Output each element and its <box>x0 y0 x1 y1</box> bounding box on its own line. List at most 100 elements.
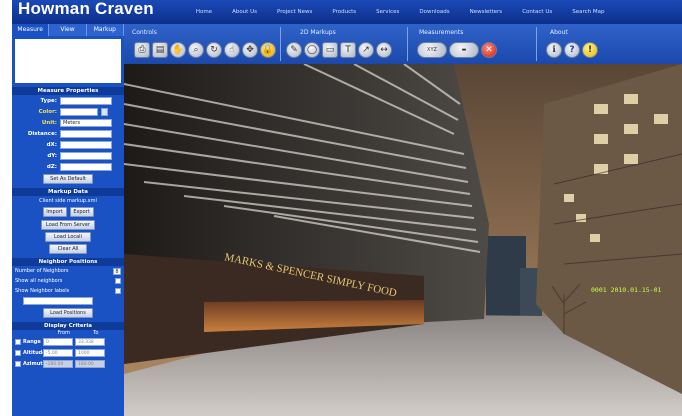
export-button[interactable]: Export <box>69 207 94 217</box>
dy-field[interactable] <box>60 151 112 160</box>
measure-properties-title: Measure Properties <box>12 87 124 95</box>
show-all-neighbors-label: Show all neighbors <box>15 278 63 284</box>
ellipse-icon[interactable]: ◯ <box>304 42 320 58</box>
clear-all-button[interactable]: Clear All <box>49 244 87 254</box>
nav-about[interactable]: About Us <box>222 9 267 15</box>
tab-markup[interactable]: Markup <box>87 24 124 36</box>
nav-home[interactable]: Home <box>186 9 222 15</box>
type-field[interactable] <box>60 96 112 105</box>
color-picker-button[interactable] <box>101 107 108 116</box>
rectangle-icon[interactable]: ▭ <box>322 42 338 58</box>
altitude-checkbox[interactable] <box>15 349 21 356</box>
markup-file-name: Client side markup.xml <box>39 198 97 204</box>
unit-label: Unit: <box>41 119 57 126</box>
brand-logo: Howman Craven <box>18 0 154 18</box>
rotate-icon[interactable]: ↻ <box>206 42 222 58</box>
neighbor-count-field[interactable]: 8 <box>113 267 121 275</box>
zoom-icon[interactable]: ⌕ <box>188 42 204 58</box>
azimuth-checkbox[interactable] <box>15 360 21 367</box>
top-nav: Home About Us Project News Products Serv… <box>186 9 615 15</box>
nav-downloads[interactable]: Downloads <box>409 9 459 15</box>
panorama-id-overlay: 0001 2010.01.15-01 <box>591 286 662 294</box>
azimuth-label: Azimuth <box>23 360 47 367</box>
toolbar-divider <box>407 27 408 61</box>
controls-title: Controls <box>132 29 157 36</box>
pen-icon[interactable]: ✎ <box>286 42 302 58</box>
neighbor-positions-title: Neighbor Positions <box>12 258 124 266</box>
left-sidebar: Measure View Markup Measure Properties T… <box>12 24 124 416</box>
nav-contact[interactable]: Contact Us <box>512 9 562 15</box>
measurements-section: Measurements XYZ ▬ ✕ <box>409 24 537 64</box>
nav-search-map[interactable]: Search Map <box>562 9 614 15</box>
dimension-icon[interactable]: ↔ <box>376 42 392 58</box>
range-checkbox[interactable] <box>15 338 21 345</box>
show-neighbor-labels-checkbox[interactable] <box>115 288 121 294</box>
neighbor-select[interactable] <box>23 297 93 305</box>
measure-list[interactable] <box>15 39 121 83</box>
dz-label: dZ: <box>46 163 57 170</box>
panorama-image: MARKS & SPENCER SIMPLY FOOD <box>124 64 682 416</box>
altitude-label: Altitude <box>23 349 46 356</box>
pan-icon[interactable]: ✥ <box>242 42 258 58</box>
markups-title: 2D Markups <box>300 29 336 36</box>
print-icon[interactable]: ⎙ <box>134 42 150 58</box>
range-to-field[interactable]: 33.338 <box>75 337 105 346</box>
range-label: Range <box>23 338 41 345</box>
altitude-from-field[interactable]: -5.00 <box>43 348 73 357</box>
altitude-to-field[interactable]: 1000 <box>75 348 105 357</box>
about-section: About ℹ ? ! <box>538 24 682 64</box>
unit-select[interactable]: Meters <box>60 118 112 127</box>
color-field[interactable] <box>60 107 98 116</box>
hand-icon[interactable]: ✋ <box>170 42 186 58</box>
color-label: Color: <box>38 108 57 115</box>
neighbor-count-label: Number of Neighbors <box>15 268 69 274</box>
markups-section: 2D Markups ✎ ◯ ▭ T ↗ ↔ <box>282 24 408 64</box>
dx-label: dX: <box>46 141 57 148</box>
xyz-icon[interactable]: XYZ <box>417 42 447 58</box>
load-local-button[interactable]: Load Locali <box>45 232 91 242</box>
help-icon[interactable]: ? <box>564 42 580 58</box>
text-icon[interactable]: T <box>340 42 356 58</box>
display-criteria-title: Display Criteria <box>12 322 124 330</box>
to-header: To <box>93 330 99 336</box>
tab-view[interactable]: View <box>49 24 87 36</box>
dx-field[interactable] <box>60 140 112 149</box>
about-title: About <box>550 29 568 36</box>
azimuth-to-field[interactable]: 180.00 <box>75 359 105 368</box>
dy-label: dY: <box>47 152 57 159</box>
toolbar-divider <box>280 27 281 61</box>
toolbar-divider <box>536 27 537 61</box>
sidebar-tabs: Measure View Markup <box>12 24 124 36</box>
panorama-viewer[interactable]: MARKS & SPENCER SIMPLY FOOD 0001 2010.01… <box>124 64 682 416</box>
load-from-server-button[interactable]: Load From Server <box>41 220 95 230</box>
set-default-button[interactable]: Set As Default <box>43 174 93 184</box>
azimuth-from-field[interactable]: -180.00 <box>43 359 73 368</box>
ruler-icon[interactable]: ▬ <box>449 42 479 58</box>
nav-project-news[interactable]: Project News <box>267 9 322 15</box>
controls-section: Controls ⎙ ▤ ✋ ⌕ ↻ ☝ ✥ 🔒 <box>124 24 282 64</box>
show-all-neighbors-checkbox[interactable] <box>115 278 121 284</box>
distance-field[interactable] <box>60 129 112 138</box>
nav-services[interactable]: Services <box>366 9 409 15</box>
info-icon[interactable]: ℹ <box>546 42 562 58</box>
import-button[interactable]: Import <box>42 207 67 217</box>
lock-icon[interactable]: 🔒 <box>260 42 276 58</box>
warning-icon[interactable]: ! <box>582 42 598 58</box>
nav-newsletters[interactable]: Newsletters <box>460 9 513 15</box>
load-positions-button[interactable]: Load Positions <box>43 308 93 318</box>
pointer-icon[interactable]: ☝ <box>224 42 240 58</box>
distance-label: Distance: <box>27 130 57 137</box>
markup-data-title: Markup Data <box>12 188 124 196</box>
dz-field[interactable] <box>60 162 112 171</box>
show-neighbor-labels-label: Show Neighbor labels <box>15 288 70 294</box>
top-bar: Howman Craven Home About Us Project News… <box>12 0 682 24</box>
range-from-field[interactable]: 0 <box>43 337 73 346</box>
type-label: Type: <box>40 97 57 104</box>
clear-icon[interactable]: ✕ <box>481 42 497 58</box>
tab-measure[interactable]: Measure <box>12 24 50 36</box>
arrow-icon[interactable]: ↗ <box>358 42 374 58</box>
printer-icon[interactable]: ▤ <box>152 42 168 58</box>
from-header: From <box>57 330 70 336</box>
nav-products[interactable]: Products <box>322 9 366 15</box>
viewer-toolbar: Controls ⎙ ▤ ✋ ⌕ ↻ ☝ ✥ 🔒 2D Markups ✎ ◯ … <box>124 24 682 64</box>
